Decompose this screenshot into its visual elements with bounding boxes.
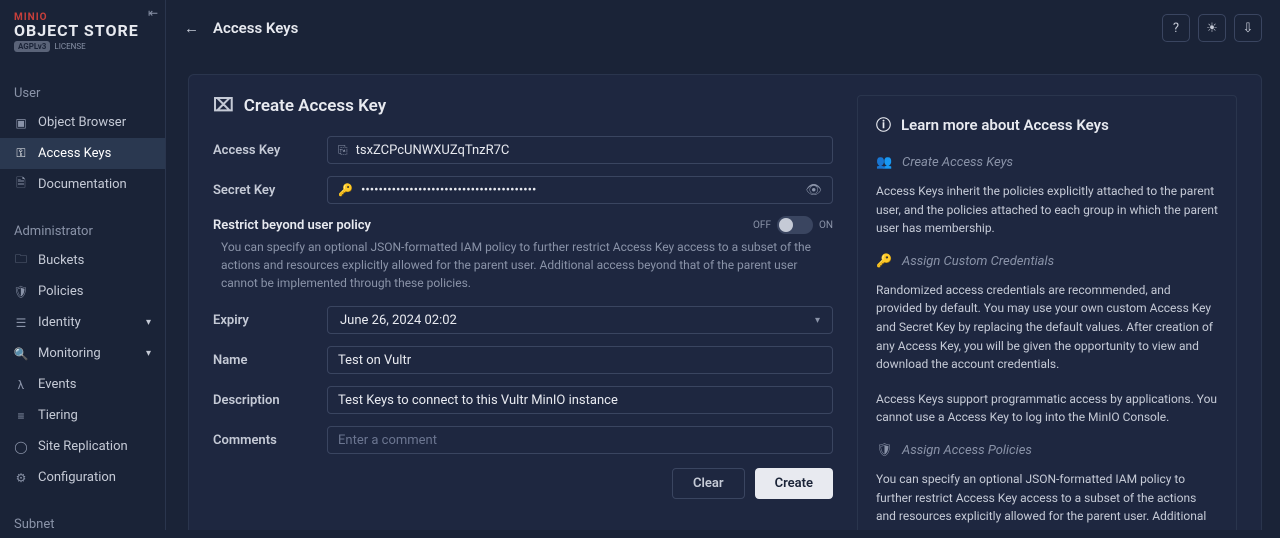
shield-icon: 🛡 [876, 443, 892, 458]
download-button[interactable]: ⇩ [1234, 14, 1262, 42]
clear-button[interactable]: Clear [672, 468, 745, 499]
toggle-on-label: ON [819, 220, 833, 231]
clipboard-icon[interactable]: ⎘ [338, 143, 348, 158]
help-icon: ? [1173, 21, 1179, 36]
nav-section-user: User [0, 74, 165, 107]
bucket-icon: 🗀 [14, 254, 28, 268]
toggle-off-label: OFF [753, 220, 771, 231]
nav-section-admin: Administrator [0, 212, 165, 245]
theme-toggle-button[interactable]: ☀ [1198, 14, 1226, 42]
learn-section-credentials: 🔑Assign Custom Credentials [876, 254, 1218, 269]
name-input[interactable] [338, 353, 822, 368]
access-key-input[interactable] [356, 143, 822, 158]
sidebar-item-object-browser[interactable]: ▣Object Browser [0, 107, 165, 138]
nav-section-subnet: Subnet [0, 505, 165, 538]
globe-icon: ◯ [14, 440, 28, 454]
sidebar-item-site-replication[interactable]: ◯Site Replication [0, 431, 165, 462]
back-button[interactable]: ← [184, 19, 199, 37]
key-icon[interactable]: 🔑 [338, 183, 353, 197]
sidebar-item-configuration[interactable]: ⚙Configuration [0, 462, 165, 493]
sidebar-item-buckets[interactable]: 🗀Buckets [0, 245, 165, 276]
sidebar-item-tiering[interactable]: ≡Tiering [0, 400, 165, 431]
chevron-down-icon: ▾ [815, 315, 820, 326]
learn-body: Randomized access credentials are recomm… [876, 281, 1218, 374]
access-key-icon: ⌧ [213, 95, 234, 116]
sun-icon: ☀ [1206, 21, 1218, 36]
restrict-toggle[interactable] [777, 216, 813, 234]
page-title: ⌧ Create Access Key [213, 95, 833, 116]
chevron-down-icon: ▾ [146, 348, 151, 359]
expiry-select[interactable]: June 26, 2024 02:02 ▾ [327, 306, 833, 334]
restrict-title: Restrict beyond user policy [213, 218, 371, 233]
key-icon: ⚿ [14, 147, 28, 161]
logo: MINIO OBJECT STORE AGPLv3LICENSE [0, 8, 165, 62]
description-label: Description [213, 393, 327, 408]
secret-key-input[interactable] [361, 183, 806, 198]
sidebar-collapse-icon[interactable]: ⇤ [148, 6, 158, 20]
access-key-label: Access Key [213, 143, 327, 158]
description-input[interactable] [338, 393, 822, 408]
info-icon: ⓘ [876, 114, 891, 135]
id-icon: ☰ [14, 316, 28, 330]
expiry-label: Expiry [213, 313, 327, 328]
learn-body: Access Keys support programmatic access … [876, 390, 1218, 427]
folder-icon: ▣ [14, 116, 28, 130]
name-label: Name [213, 353, 327, 368]
gear-icon: ⚙ [14, 471, 28, 485]
search-icon: 🔍 [14, 347, 28, 361]
sidebar-item-monitoring[interactable]: 🔍Monitoring▾ [0, 338, 165, 369]
comments-label: Comments [213, 433, 327, 448]
create-button[interactable]: Create [755, 468, 833, 499]
learn-section-create: 👥Create Access Keys [876, 155, 1218, 170]
doc-icon: 🗎 [14, 178, 28, 192]
sidebar-item-events[interactable]: λEvents [0, 369, 165, 400]
comments-input[interactable] [338, 433, 822, 448]
download-icon: ⇩ [1243, 21, 1254, 36]
chevron-down-icon: ▾ [146, 317, 151, 328]
learn-section-policies: 🛡Assign Access Policies [876, 443, 1218, 458]
help-button[interactable]: ? [1162, 14, 1190, 42]
sidebar-item-access-keys[interactable]: ⚿Access Keys [0, 138, 165, 169]
secret-key-label: Secret Key [213, 183, 327, 198]
sidebar-item-policies[interactable]: 🛡Policies [0, 276, 165, 307]
eye-icon[interactable]: 👁 [805, 183, 822, 198]
restrict-description: You can specify an optional JSON-formatt… [213, 238, 833, 292]
breadcrumb: Access Keys [213, 19, 298, 37]
sidebar-item-documentation[interactable]: 🗎Documentation [0, 169, 165, 200]
users-icon: 👥 [876, 155, 892, 170]
learn-body: Access Keys inherit the policies explici… [876, 182, 1218, 238]
sidebar-item-identity[interactable]: ☰Identity▾ [0, 307, 165, 338]
lambda-icon: λ [14, 378, 28, 392]
shield-icon: 🛡 [14, 285, 28, 299]
key-icon: 🔑 [876, 254, 892, 269]
learn-more-title: ⓘ Learn more about Access Keys [876, 114, 1218, 135]
learn-body: You can specify an optional JSON-formatt… [876, 470, 1218, 530]
layers-icon: ≡ [14, 409, 28, 423]
